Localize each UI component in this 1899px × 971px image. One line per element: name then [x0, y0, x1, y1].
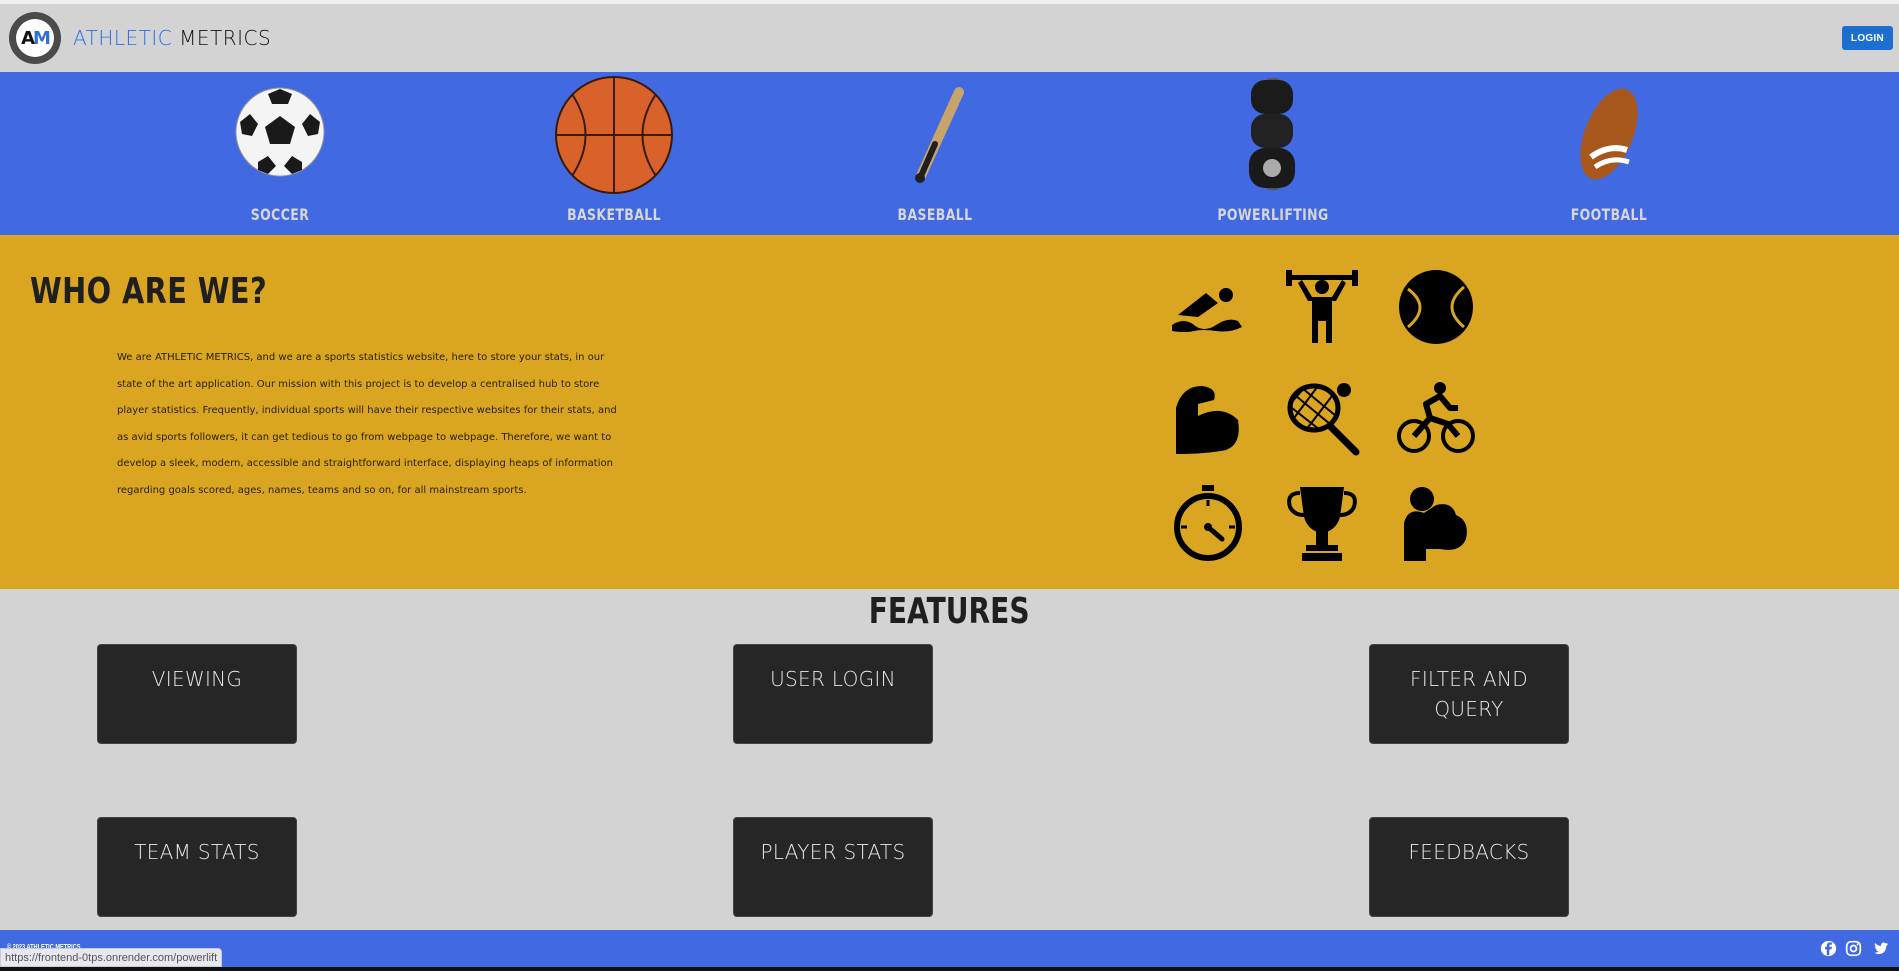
- soccer-ball-icon: [235, 87, 325, 177]
- about-section: WHO ARE WE? We are ATHLETIC METRICS, and…: [0, 235, 1899, 589]
- sport-label: BASEBALL: [897, 205, 973, 224]
- sports-nav: SOCCER BASKETBALL BASEBALL POWERLIFTING: [0, 72, 1899, 235]
- feature-card-viewing[interactable]: VIEWING: [97, 644, 297, 744]
- weightlifter-icon: [1286, 270, 1358, 343]
- cyclist-icon: [1397, 382, 1475, 453]
- sport-baseball[interactable]: BASEBALL: [835, 72, 1035, 235]
- sport-football[interactable]: FOOTBALL: [1509, 72, 1709, 235]
- brand-name[interactable]: ATHLETIC METRICS: [73, 26, 271, 50]
- sport-icons-grid: [1168, 267, 1528, 567]
- twitter-icon[interactable]: [1872, 940, 1889, 957]
- feature-card-label: USER LOGIN: [770, 667, 896, 691]
- strongman-icon: [1404, 487, 1467, 561]
- status-url-tooltip: https://frontend-0tps.onrender.com/power…: [0, 948, 223, 967]
- site-footer: © 2023 ATHLETIC METRICS: [0, 930, 1899, 967]
- dumbbell-icon: [1249, 78, 1295, 190]
- login-button[interactable]: LOGIN: [1842, 26, 1893, 50]
- sport-label: SOCCER: [250, 205, 310, 224]
- facebook-icon[interactable]: [1820, 940, 1837, 957]
- site-header: AM ATHLETIC METRICS LOGIN: [0, 4, 1899, 72]
- football-icon: [1580, 88, 1638, 180]
- sport-powerlifting[interactable]: POWERLIFTING: [1173, 72, 1373, 235]
- baseball-bat-icon: [915, 87, 964, 183]
- swimmer-icon: [1172, 288, 1242, 332]
- basketball-icon: [555, 76, 673, 194]
- bottom-bar: [0, 967, 1899, 971]
- sport-label: FOOTBALL: [1570, 205, 1648, 224]
- feature-card-label: PLAYER STATS: [760, 840, 906, 864]
- feature-card-label: TEAM STATS: [134, 840, 260, 864]
- feature-card-team-stats[interactable]: TEAM STATS: [97, 817, 297, 917]
- instagram-icon[interactable]: [1845, 940, 1862, 957]
- sport-label: POWERLIFTING: [1217, 205, 1329, 224]
- about-text: We are ATHLETIC METRICS, and we are a sp…: [117, 352, 617, 496]
- features-title: FEATURES: [869, 591, 1030, 632]
- sport-basketball[interactable]: BASKETBALL: [514, 72, 714, 235]
- brand-part-metrics: METRICS: [179, 26, 272, 50]
- sport-label: BASKETBALL: [567, 205, 661, 224]
- tennis-racket-icon: [1287, 383, 1360, 456]
- feature-card-label: FEEDBACKS: [1408, 840, 1530, 864]
- stopwatch-icon: [1174, 485, 1242, 561]
- logo[interactable]: AM: [9, 12, 61, 64]
- sport-soccer[interactable]: SOCCER: [180, 72, 380, 235]
- feature-card-label: FILTER AND QUERY: [1410, 667, 1528, 721]
- about-title: WHO ARE WE?: [30, 271, 268, 312]
- feature-card-player-stats[interactable]: PLAYER STATS: [733, 817, 933, 917]
- feature-card-filter-and-query[interactable]: FILTER AND QUERY: [1369, 644, 1569, 744]
- feature-card-label: VIEWING: [151, 667, 243, 691]
- flexed-arm-icon: [1176, 386, 1239, 454]
- feature-card-user-login[interactable]: USER LOGIN: [733, 644, 933, 744]
- tennis-ball-icon: [1399, 270, 1473, 344]
- brand-part-athletic: ATHLETIC: [73, 26, 173, 50]
- logo-mark: AM: [16, 19, 54, 57]
- feature-card-feedbacks[interactable]: FEEDBACKS: [1369, 817, 1569, 917]
- trophy-icon: [1287, 487, 1357, 561]
- features-section: FEATURES VIEWING USER LOGIN FILTER AND Q…: [0, 589, 1899, 930]
